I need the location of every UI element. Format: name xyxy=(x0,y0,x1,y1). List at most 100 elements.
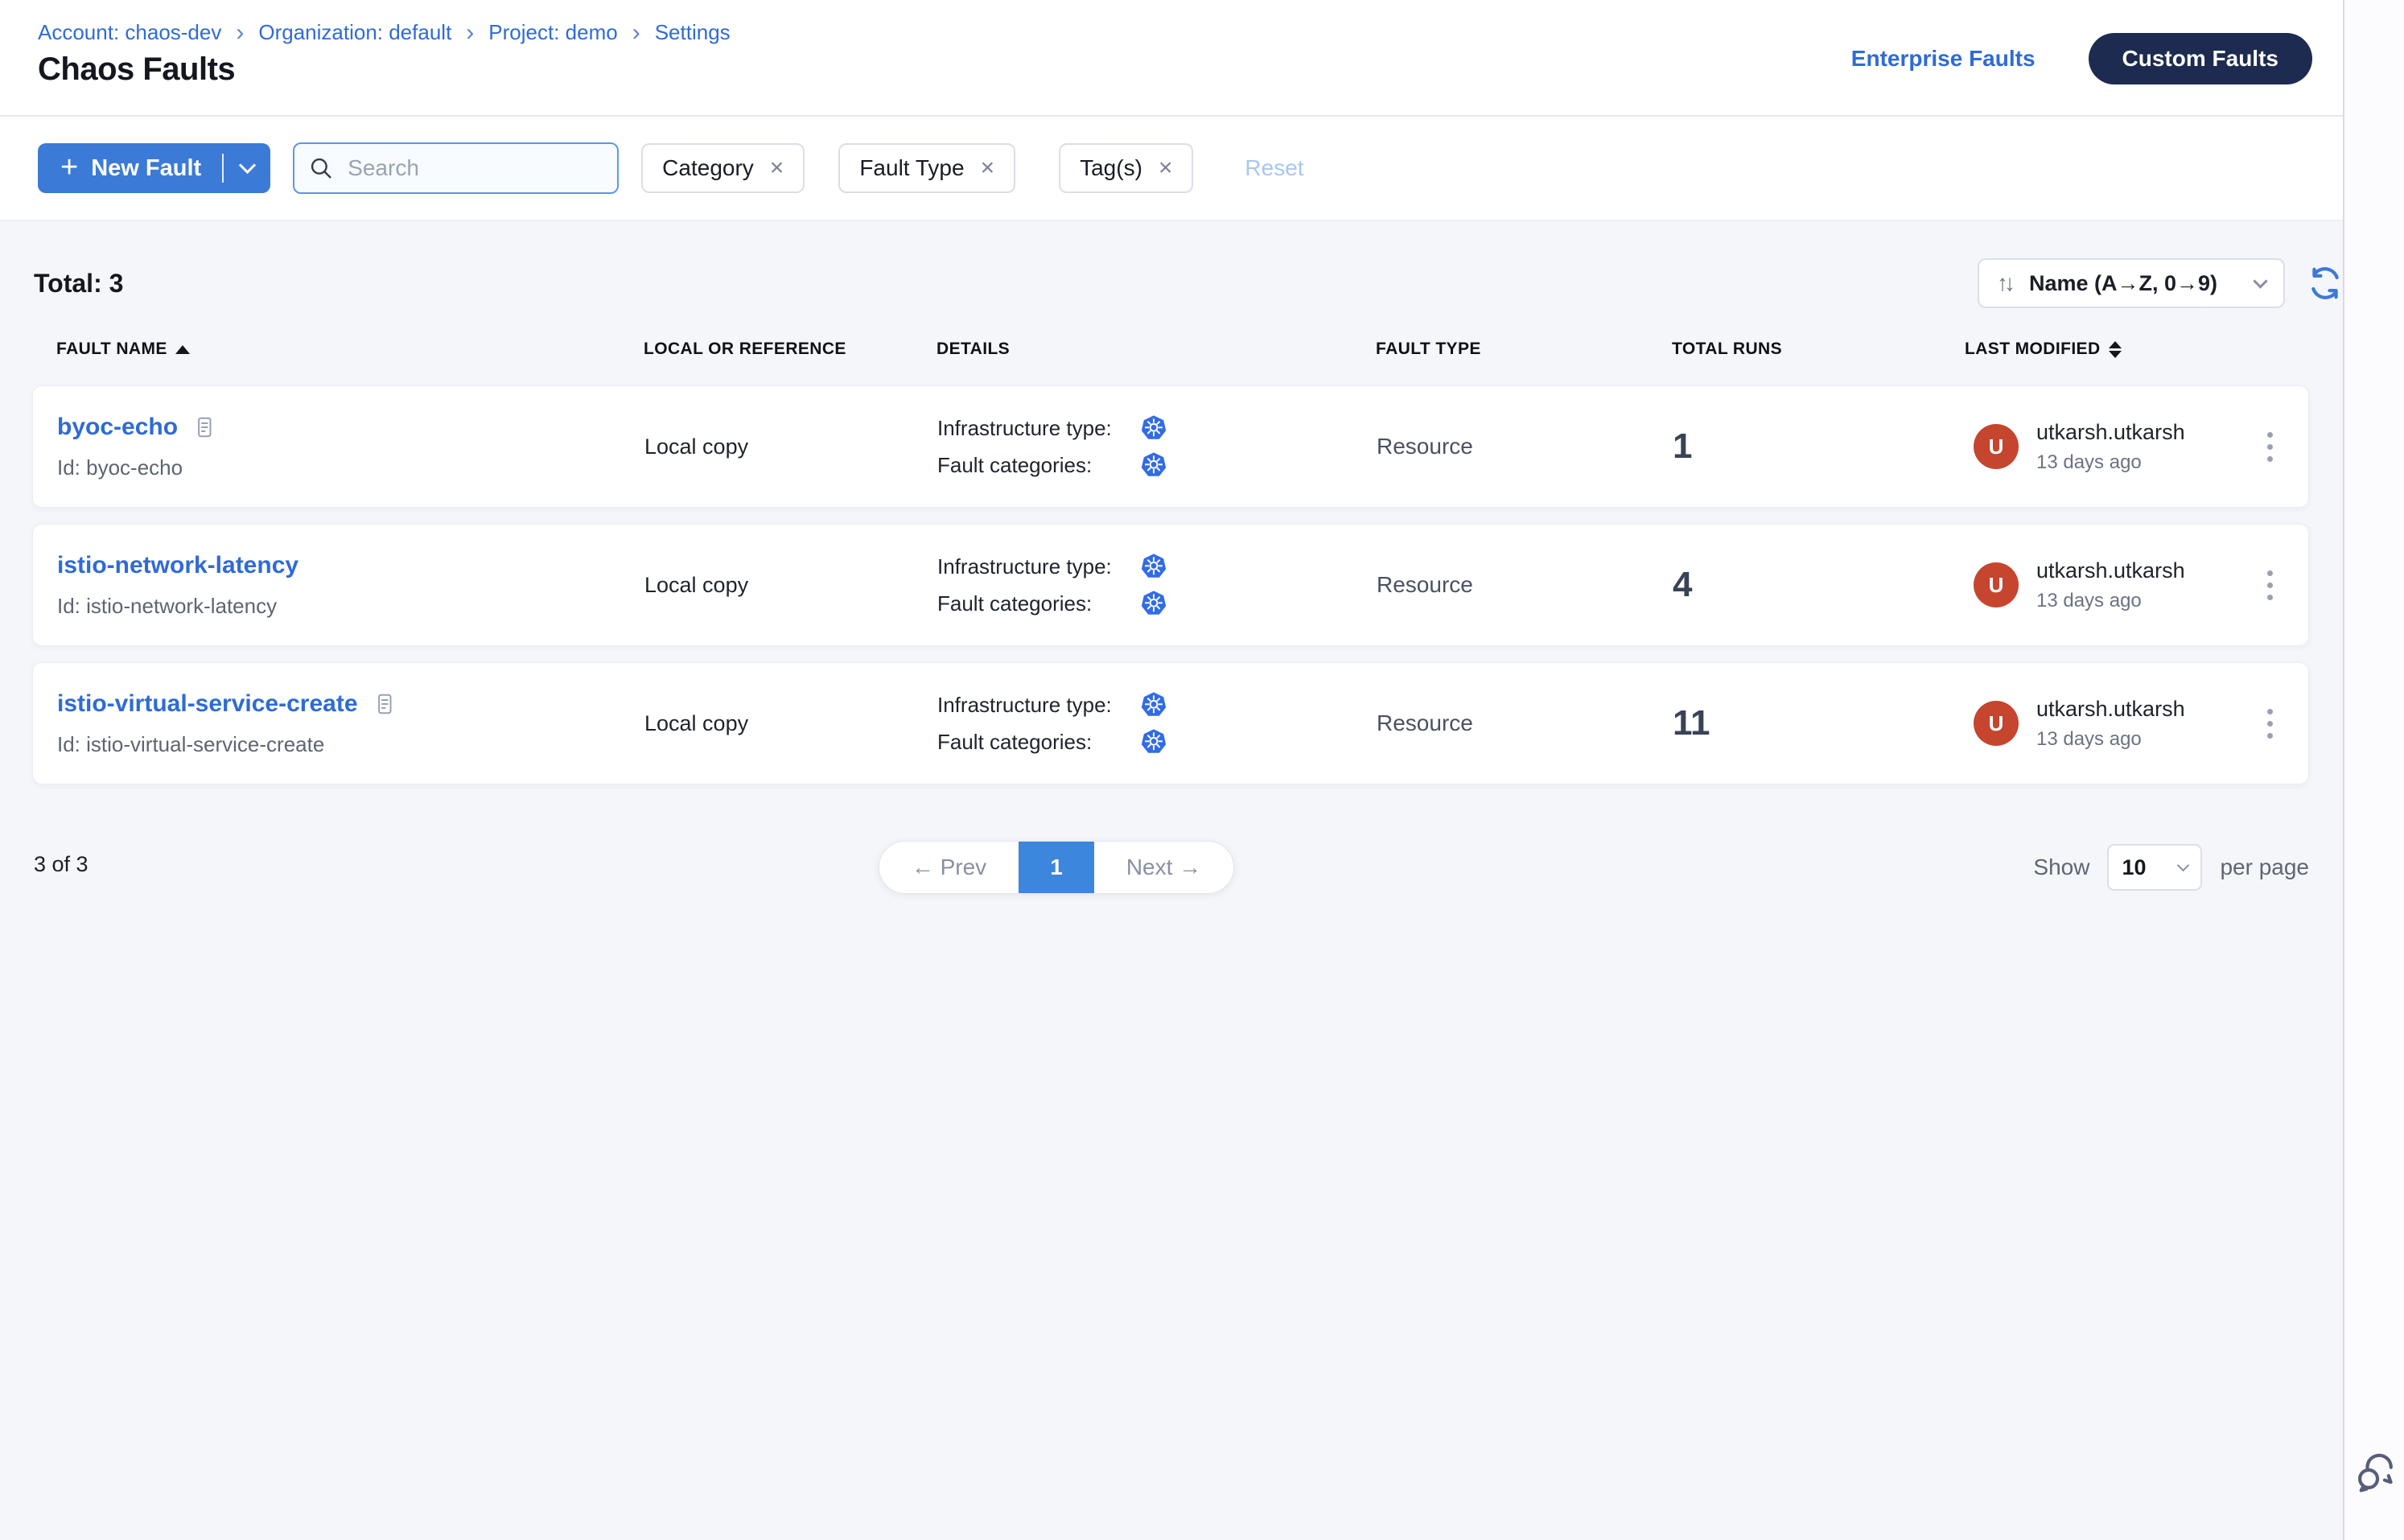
pager: ← Prev 1 Next → xyxy=(879,841,1234,894)
avatar: U xyxy=(1974,562,2019,607)
infrastructure-type-label: Infrastructure type: xyxy=(937,554,1140,579)
page-number-button[interactable]: 1 xyxy=(1019,842,1094,893)
enterprise-faults-link[interactable]: Enterprise Faults xyxy=(1851,46,2036,72)
breadcrumb-separator-icon: › xyxy=(466,19,474,45)
page-size-value: 10 xyxy=(2122,855,2146,880)
prev-page-button[interactable]: ← Prev xyxy=(879,842,1019,893)
sort-asc-icon xyxy=(175,345,190,354)
fault-name-link[interactable]: byoc-echo xyxy=(57,414,178,441)
per-page-label: per page xyxy=(2220,854,2309,880)
fault-type-value: Resource xyxy=(1377,572,1673,598)
fault-categories-label: Fault categories: xyxy=(937,453,1140,478)
toolbar: + New Fault Category × Fault Type × Tag(… xyxy=(0,117,2404,221)
table-row: byoc-echo Id: byoc-echo Local copy Infra… xyxy=(32,385,2309,508)
filter-chip-fault-type[interactable]: Fault Type × xyxy=(838,143,1015,193)
sort-select[interactable]: ↑↓ Name (A→Z, 0→9) xyxy=(1978,258,2285,308)
kubernetes-icon xyxy=(1140,414,1167,442)
infrastructure-type-label: Infrastructure type: xyxy=(937,416,1140,441)
breadcrumb-settings[interactable]: Settings xyxy=(655,20,731,45)
fault-table: FAULT NAME LOCAL OR REFERENCE DETAILS FA… xyxy=(32,337,2309,784)
breadcrumb-separator-icon: › xyxy=(632,19,640,45)
breadcrumb-project[interactable]: Project: demo xyxy=(488,20,617,45)
copy-icon[interactable] xyxy=(192,414,216,441)
reset-filters-button[interactable]: Reset xyxy=(1245,155,1303,181)
modified-time: 13 days ago xyxy=(2036,728,2185,751)
column-header-fault-type: FAULT TYPE xyxy=(1376,340,1672,359)
breadcrumb: Account: chaos-dev › Organization: defau… xyxy=(38,19,731,45)
sort-both-icon xyxy=(2109,341,2122,358)
custom-faults-button[interactable]: Custom Faults xyxy=(2089,33,2312,84)
total-runs-value: 1 xyxy=(1673,426,1966,467)
column-header-details: DETAILS xyxy=(936,340,1376,359)
filter-chip-category[interactable]: Category × xyxy=(641,143,805,193)
avatar: U xyxy=(1974,424,2019,469)
chat-bubble-icon[interactable] xyxy=(2353,1450,2398,1495)
breadcrumb-separator-icon: › xyxy=(236,19,244,45)
fault-categories-label: Fault categories: xyxy=(937,591,1140,616)
total-runs-value: 4 xyxy=(1673,565,1966,605)
right-gutter xyxy=(2343,0,2404,1540)
new-fault-dropdown-button[interactable] xyxy=(224,143,270,193)
next-page-button[interactable]: Next → xyxy=(1094,842,1233,893)
pagination-range-label: 3 of 3 xyxy=(34,852,89,877)
refresh-icon xyxy=(2307,266,2343,301)
kubernetes-icon xyxy=(1140,553,1167,580)
close-icon[interactable]: × xyxy=(1159,156,1173,180)
kebab-menu-icon[interactable] xyxy=(2267,709,2273,739)
copy-icon[interactable] xyxy=(373,690,397,718)
show-label: Show xyxy=(2033,854,2089,880)
total-count-label: Total: 3 xyxy=(34,269,123,299)
total-runs-value: 11 xyxy=(1673,703,1966,743)
table-header-row: FAULT NAME LOCAL OR REFERENCE DETAILS FA… xyxy=(32,337,2309,361)
modified-time: 13 days ago xyxy=(2036,590,2185,612)
fault-name-link[interactable]: istio-virtual-service-create xyxy=(57,690,358,718)
breadcrumb-account[interactable]: Account: chaos-dev xyxy=(38,20,221,45)
refresh-button[interactable] xyxy=(2307,266,2343,301)
local-or-reference-value: Local copy xyxy=(644,573,937,598)
fault-categories-label: Fault categories: xyxy=(937,730,1140,755)
new-fault-button[interactable]: + New Fault xyxy=(38,143,270,193)
fault-id: Id: istio-virtual-service-create xyxy=(57,732,644,757)
modified-by-user: utkarsh.utkarsh xyxy=(2036,420,2185,445)
chevron-down-icon xyxy=(239,157,256,174)
chevron-down-icon xyxy=(2177,859,2190,872)
search-input[interactable] xyxy=(293,142,619,194)
modified-by-user: utkarsh.utkarsh xyxy=(2036,697,2185,722)
local-or-reference-value: Local copy xyxy=(644,434,937,459)
chevron-down-icon xyxy=(2253,274,2267,288)
filter-chip-tags[interactable]: Tag(s) × xyxy=(1059,143,1193,193)
modified-by-user: utkarsh.utkarsh xyxy=(2036,558,2185,583)
plus-icon: + xyxy=(60,152,78,183)
column-header-fault-name[interactable]: FAULT NAME xyxy=(56,340,644,359)
sort-select-value: Name (A→Z, 0→9) xyxy=(2029,271,2217,296)
page-header: Account: chaos-dev › Organization: defau… xyxy=(0,0,2404,117)
breadcrumb-organization[interactable]: Organization: default xyxy=(258,20,451,45)
column-header-last-modified[interactable]: LAST MODIFIED xyxy=(1965,340,2253,359)
fault-id: Id: istio-network-latency xyxy=(57,594,644,619)
column-header-local-or-reference: LOCAL OR REFERENCE xyxy=(644,340,936,359)
fault-name-link[interactable]: istio-network-latency xyxy=(57,552,298,579)
modified-time: 13 days ago xyxy=(2036,451,2185,474)
filter-chip-label: Tag(s) xyxy=(1080,155,1142,181)
search-icon xyxy=(307,154,335,182)
avatar: U xyxy=(1974,701,2019,746)
infrastructure-type-label: Infrastructure type: xyxy=(937,693,1140,718)
filter-chip-label: Fault Type xyxy=(859,155,964,181)
filter-chip-label: Category xyxy=(662,155,754,181)
kubernetes-icon xyxy=(1140,451,1167,479)
table-row: istio-network-latency Id: istio-network-… xyxy=(32,524,2309,646)
close-icon[interactable]: × xyxy=(770,156,784,180)
close-icon[interactable]: × xyxy=(981,156,995,180)
column-header-total-runs: TOTAL RUNS xyxy=(1672,340,1965,359)
kubernetes-icon xyxy=(1140,590,1167,617)
table-row: istio-virtual-service-create Id: istio-v… xyxy=(32,662,2309,784)
local-or-reference-value: Local copy xyxy=(644,711,937,736)
kubernetes-icon xyxy=(1140,691,1167,719)
page-title: Chaos Faults xyxy=(38,51,235,88)
kebab-menu-icon[interactable] xyxy=(2267,570,2273,600)
page-size-select[interactable]: 10 xyxy=(2107,844,2202,891)
fault-type-value: Resource xyxy=(1377,434,1673,459)
kebab-menu-icon[interactable] xyxy=(2267,432,2273,462)
fault-id: Id: byoc-echo xyxy=(57,455,644,480)
kubernetes-icon xyxy=(1140,728,1167,756)
